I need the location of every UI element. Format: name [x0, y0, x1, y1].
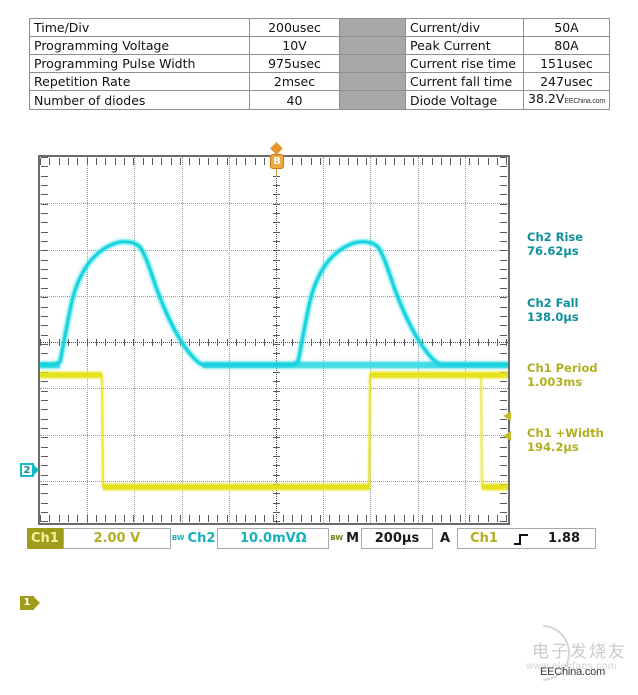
measurement-ch2-rise: Ch2 Rise 76.62µs — [527, 230, 635, 258]
statusbar-ch2-group[interactable]: BW — [171, 528, 186, 549]
watermark-logo: 电子发烧友 www.elecfans.com — [516, 617, 638, 695]
table-row: Number of diodes 40 Diode Voltage 38.2VE… — [30, 91, 610, 110]
ch1-ground-marker[interactable]: 1 — [20, 596, 42, 612]
diode-voltage-value: 38.2V — [528, 91, 564, 106]
table-row: Time/Div 200usec Current/div 50A — [30, 19, 610, 37]
table-row: Programming Voltage 10V Peak Current 80A — [30, 37, 610, 55]
cell-spacer — [340, 37, 406, 55]
measurement-ch1-period: Ch1 Period 1.003ms — [527, 361, 635, 389]
measurement-title: Ch1 +Width — [527, 426, 604, 440]
cell-left-value: 10V — [250, 37, 340, 55]
cell-right-label: Current fall time — [406, 73, 524, 91]
cell-spacer — [340, 91, 406, 110]
statusbar-ch2-scale[interactable]: 10.0mVΩ — [217, 528, 329, 549]
rising-edge-icon — [510, 532, 533, 546]
cursor-arrow-upper-icon[interactable] — [503, 411, 511, 421]
statusbar-timebase-mode[interactable]: M — [344, 528, 361, 549]
cell-right-value: 151usec — [524, 55, 610, 73]
cell-spacer — [340, 19, 406, 37]
trigger-position-marker[interactable]: B — [269, 144, 285, 178]
cell-left-value: 40 — [250, 91, 340, 110]
cell-spacer — [340, 55, 406, 73]
ch1-trace — [40, 375, 510, 487]
parameter-table-body: Time/Div 200usec Current/div 50A Program… — [30, 19, 610, 110]
cell-left-label: Number of diodes — [30, 91, 250, 110]
table-row: Repetition Rate 2msec Current fall time … — [30, 73, 610, 91]
rising-edge-glyph — [514, 532, 529, 546]
statusbar-trigger-level: 1.88 — [533, 531, 595, 546]
cell-right-label: Peak Current — [406, 37, 524, 55]
measurement-value: 76.62µs — [527, 244, 635, 258]
statusbar-trigger-group[interactable]: Ch1 1.88 — [457, 528, 596, 549]
cell-right-label: Diode Voltage — [406, 91, 524, 110]
watermark-site: EEChina.com — [540, 666, 605, 678]
parameter-table: Time/Div 200usec Current/div 50A Program… — [29, 18, 610, 110]
ch1-marker-label: 1 — [20, 596, 34, 610]
graticule — [38, 155, 510, 525]
statusbar-ch1-scale[interactable]: 2.00 V — [63, 528, 171, 549]
cell-right-label: Current/div — [406, 19, 524, 37]
statusbar-ch2-badge[interactable]: Ch2 — [186, 528, 218, 549]
measurement-value: 194.2µs — [527, 440, 635, 454]
ch2-marker-label: 2 — [20, 463, 34, 477]
table-watermark: EEChina.com — [564, 98, 605, 105]
statusbar-ch2-bw2-group: BW — [329, 528, 344, 549]
trigger-diamond-icon — [270, 142, 283, 155]
measurement-title: Ch1 Period — [527, 361, 598, 375]
ch1-marker-arrow-icon — [33, 596, 40, 610]
trigger-b-label: B — [270, 154, 284, 169]
cell-left-label: Programming Pulse Width — [30, 55, 250, 73]
ch2-ground-marker[interactable]: 2 — [20, 463, 37, 479]
cell-left-value: 975usec — [250, 55, 340, 73]
trigger-stem — [276, 168, 277, 177]
statusbar-trigger-source: Ch1 — [458, 531, 510, 546]
cell-left-value: 200usec — [250, 19, 340, 37]
cell-spacer — [340, 73, 406, 91]
watermark-chinese-text: 电子发烧友 — [532, 637, 627, 662]
cursor-arrow-lower-icon[interactable] — [503, 431, 511, 441]
statusbar-ch1-badge[interactable]: Ch1 — [27, 528, 63, 549]
status-bar: Ch1 2.00 V BW Ch2 10.0mVΩ BW M 200µs A C… — [27, 528, 596, 549]
cell-right-value: 247usec — [524, 73, 610, 91]
table-row: Programming Pulse Width 975usec Current … — [30, 55, 610, 73]
measurement-value: 1.003ms — [527, 375, 635, 389]
cell-left-label: Programming Voltage — [30, 37, 250, 55]
cell-right-value: 80A — [524, 37, 610, 55]
waveform-canvas — [40, 157, 510, 525]
cell-right-value: 38.2VEEChina.com — [524, 91, 610, 110]
cell-right-value: 50A — [524, 19, 610, 37]
cell-left-value: 2msec — [250, 73, 340, 91]
statusbar-trigger-mode[interactable]: A — [433, 528, 457, 549]
measurement-ch1-pwidth: Ch1 +Width 194.2µs — [527, 426, 635, 454]
statusbar-timebase[interactable]: 200µs — [361, 528, 433, 549]
cell-left-label: Time/Div — [30, 19, 250, 37]
cell-right-label: Current rise time — [406, 55, 524, 73]
measurement-title: Ch2 Rise — [527, 230, 583, 244]
measurement-title: Ch2 Fall — [527, 296, 578, 310]
ch2-bandwidth-icon: BW — [172, 535, 185, 542]
ch2-trace — [40, 242, 510, 365]
cell-left-label: Repetition Rate — [30, 73, 250, 91]
ch1-bandwidth-icon: BW — [330, 535, 343, 542]
measurement-value: 138.0µs — [527, 310, 635, 324]
oscilloscope-display: B 2 1 Ch2 Rise 76.62µs Ch2 Fall 138.0µs … — [0, 130, 638, 569]
measurement-ch2-fall: Ch2 Fall 138.0µs — [527, 296, 635, 324]
